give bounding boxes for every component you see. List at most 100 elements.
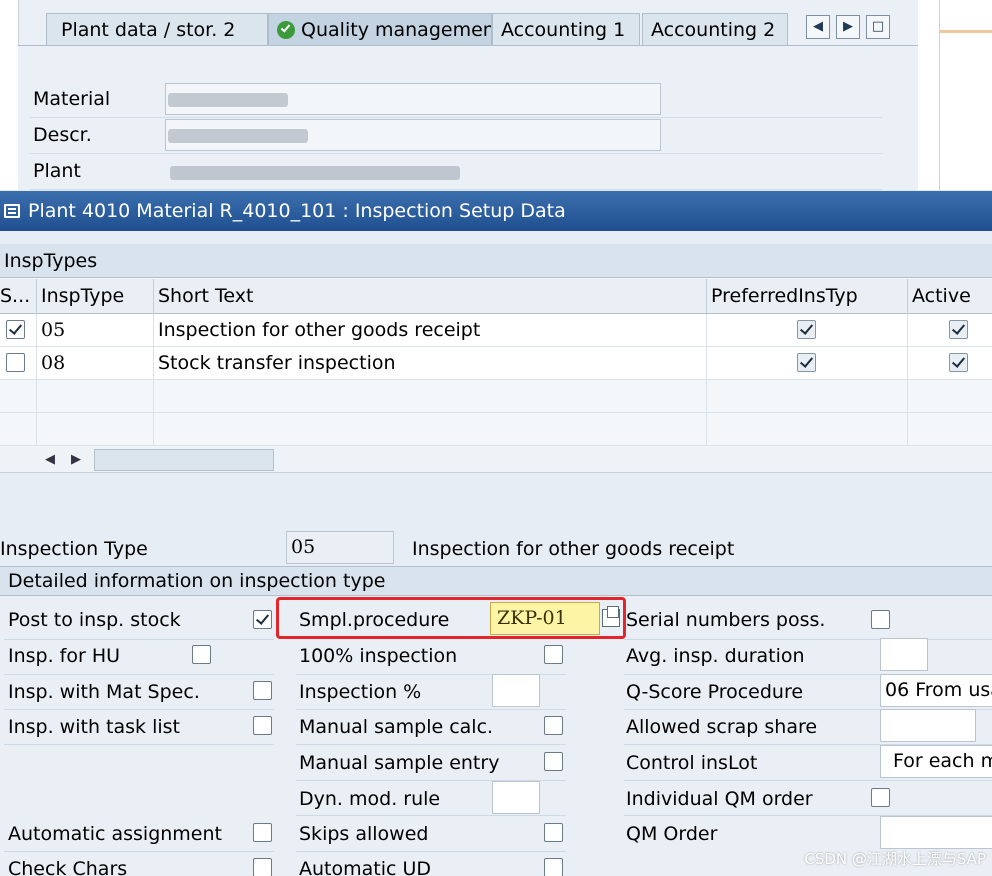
redacted-value [168, 129, 308, 143]
column-header-active[interactable]: Active [908, 279, 992, 314]
row-divider [4, 639, 274, 640]
preferred-cell [707, 347, 908, 380]
table-title: InspTypes [0, 244, 992, 278]
inspection-pct-field[interactable] [492, 674, 540, 707]
detail-section-header: Detailed information on inspection type [0, 566, 992, 596]
dialog-title: Plant 4010 Material R_4010_101 : Inspect… [28, 200, 566, 222]
automatic-assignment-label: Automatic assignment [8, 823, 222, 845]
watermark: CSDN @江湖水上漂与SAP [804, 850, 986, 868]
inspection-pct-label: Inspection % [299, 681, 422, 703]
dialog-window-icon [4, 204, 20, 218]
row-divider [4, 744, 274, 745]
preferred-checkbox[interactable] [797, 353, 816, 372]
tab-label: Accounting 2 [651, 19, 776, 41]
control-inslot-label: Control insLot [626, 752, 758, 774]
qm-order-label: QM Order [626, 823, 718, 845]
empty-cell [154, 380, 707, 413]
row-select-checkbox[interactable] [6, 320, 25, 339]
table-header: S... InspType Short Text PreferredInsTyp… [0, 279, 992, 314]
avg-duration-label: Avg. insp. duration [626, 645, 805, 667]
scroll-right-icon[interactable]: ▶ [66, 450, 86, 470]
full-inspection-label: 100% inspection [299, 645, 458, 667]
table-row[interactable]: 05 Inspection for other goods receipt [0, 314, 992, 347]
row-divider [4, 851, 274, 852]
insp-for-hu-label: Insp. for HU [8, 645, 121, 667]
active-checkbox[interactable] [949, 353, 968, 372]
redacted-value [168, 93, 288, 107]
table-row[interactable]: 08 Stock transfer inspection [0, 347, 992, 380]
avg-duration-field[interactable] [880, 638, 928, 671]
column-header-preferred[interactable]: PreferredInsTyp [707, 279, 908, 314]
background-strip [940, 0, 992, 190]
individual-qm-order-checkbox[interactable] [871, 788, 890, 807]
redacted-value [170, 166, 460, 180]
dyn-mod-rule-field[interactable] [492, 781, 540, 814]
insp-with-task-list-checkbox[interactable] [253, 716, 272, 735]
serial-numbers-checkbox[interactable] [871, 610, 890, 629]
horizontal-scrollbar[interactable]: ◀ ▶ [0, 447, 992, 473]
tab-label: Quality management [301, 19, 492, 41]
scrollbar-thumb[interactable] [94, 449, 274, 471]
inspection-type-field[interactable]: 05 [286, 531, 394, 564]
automatic-assignment-checkbox[interactable] [253, 823, 272, 842]
tab-accounting-2[interactable]: Accounting 2 [642, 13, 788, 45]
manual-sample-calc-checkbox[interactable] [544, 716, 563, 735]
manual-sample-entry-checkbox[interactable] [544, 752, 563, 771]
preferred-checkbox[interactable] [797, 320, 816, 339]
description-field [165, 119, 661, 151]
individual-qm-order-label: Individual QM order [626, 788, 813, 810]
column-header-short-text[interactable]: Short Text [154, 279, 707, 314]
table-row-empty[interactable] [0, 380, 992, 413]
dyn-mod-rule-label: Dyn. mod. rule [299, 788, 441, 810]
row-divider [296, 815, 566, 816]
control-inslot-select[interactable]: For each m [880, 745, 992, 778]
scroll-left-icon[interactable]: ◀ [40, 450, 60, 470]
highlight-box [276, 597, 626, 639]
check-chars-checkbox[interactable] [253, 858, 272, 876]
empty-cell [37, 413, 154, 446]
insp-with-mat-spec-checkbox[interactable] [253, 681, 272, 700]
short-text-cell: Inspection for other goods receipt [154, 314, 707, 347]
tab-plant-data-stor-2[interactable]: Plant data / stor. 2 [46, 13, 268, 45]
active-cell [908, 314, 992, 347]
automatic-ud-checkbox[interactable] [544, 858, 563, 876]
qm-order-field[interactable] [880, 816, 992, 849]
scrap-share-field[interactable] [880, 709, 976, 742]
plant-label: Plant [33, 160, 81, 182]
check-status-icon [277, 21, 295, 39]
scrap-share-label: Allowed scrap share [626, 716, 818, 738]
row-divider [624, 780, 992, 781]
row-select-cell [0, 347, 37, 380]
dialog-title-bar[interactable]: Plant 4010 Material R_4010_101 : Inspect… [0, 191, 992, 231]
column-header-insptype[interactable]: InspType [37, 279, 154, 314]
row-divider [4, 709, 274, 710]
qscore-procedure-label: Q-Score Procedure [626, 681, 804, 703]
tab-list-icon[interactable]: □ [866, 15, 890, 39]
manual-sample-calc-label: Manual sample calc. [299, 716, 494, 738]
tab-quality-management[interactable]: Quality management [268, 13, 492, 45]
insp-for-hu-checkbox[interactable] [192, 645, 211, 664]
insp-with-task-list-label: Insp. with task list [8, 716, 180, 738]
tab-scroll-right-icon[interactable]: ▶ [836, 15, 860, 39]
post-to-insp-stock-checkbox[interactable] [253, 610, 272, 629]
insptype-cell: 05 [37, 314, 154, 347]
active-checkbox[interactable] [949, 320, 968, 339]
table-row-empty[interactable] [0, 413, 992, 446]
empty-cell [154, 413, 707, 446]
active-cell [908, 347, 992, 380]
full-inspection-checkbox[interactable] [544, 645, 563, 664]
tab-accounting-1[interactable]: Accounting 1 [492, 13, 640, 45]
skips-allowed-label: Skips allowed [299, 823, 429, 845]
row-select-checkbox[interactable] [6, 353, 25, 372]
empty-cell [0, 413, 37, 446]
insptype-cell: 08 [37, 347, 154, 380]
skips-allowed-checkbox[interactable] [544, 823, 563, 842]
qscore-procedure-select[interactable]: 06 From usa [880, 674, 992, 707]
column-header-sel[interactable]: S... [0, 279, 37, 314]
preferred-cell [707, 314, 908, 347]
tab-scroll-left-icon[interactable]: ◀ [806, 15, 830, 39]
material-field [165, 83, 661, 115]
inspection-type-description: Inspection for other goods receipt [412, 538, 735, 560]
row-divider [624, 639, 992, 640]
row-divider [296, 744, 566, 745]
